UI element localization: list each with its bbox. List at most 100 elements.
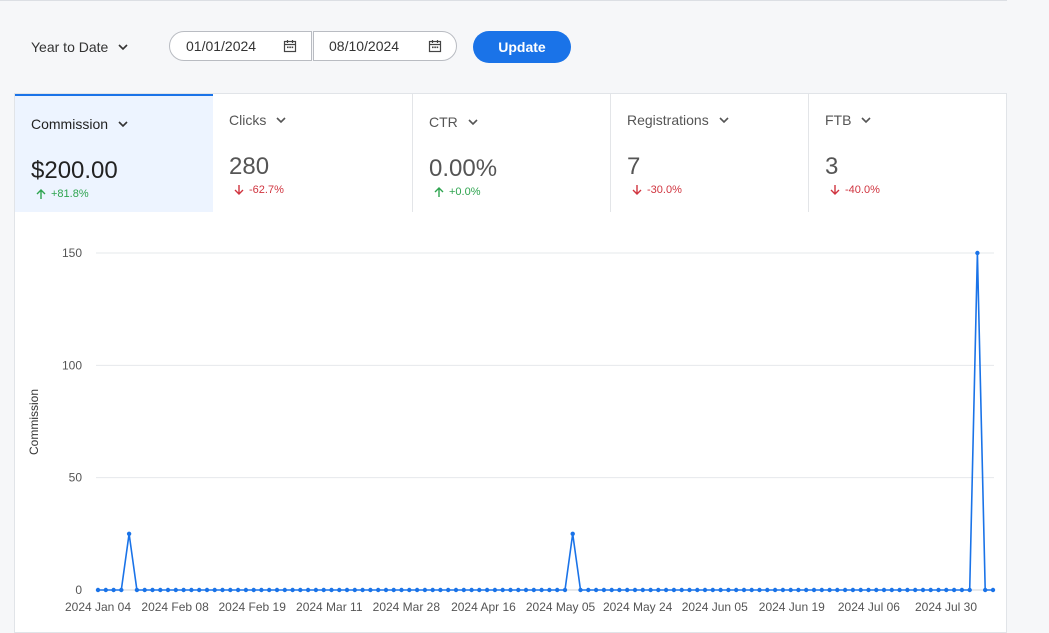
date-range-dropdown[interactable]: Year to Date [31,36,129,58]
data-point [656,587,661,593]
data-point [220,587,225,593]
data-point [360,587,365,593]
data-point [990,587,996,593]
start-date-field[interactable]: 01/01/2024 [169,31,312,61]
data-point [959,587,965,593]
data-point [212,587,217,593]
commission-line-chart: 0 50 100 150 Commission 2024 Jan 04 2024 Feb 0… [27,246,996,614]
data-point [811,587,817,593]
y-axis-title: Commission [27,389,41,455]
data-point [204,587,210,593]
x-tick-label: 2024 May 05 [526,600,596,614]
data-point [640,587,645,593]
data-point [344,587,350,593]
data-point [772,587,778,593]
end-date-field[interactable]: 08/10/2024 [313,31,457,61]
x-tick-label: 2024 May 24 [603,600,673,614]
data-point [337,587,342,593]
data-point [165,587,171,593]
data-point [866,587,871,593]
data-point [951,587,957,593]
data-point [944,587,949,593]
data-point [617,587,622,593]
data-point [158,587,163,593]
top-divider [0,0,1007,1]
y-tick-label: 150 [62,246,82,260]
data-point [850,587,856,593]
data-point [593,587,599,593]
data-point [741,587,747,593]
data-point [757,587,762,593]
data-point [570,531,575,536]
data-point [329,587,334,593]
data-point [671,587,677,593]
data-point [399,587,404,593]
data-point [181,587,186,593]
data-point [913,587,918,593]
start-date-value: 01/01/2024 [186,38,257,54]
data-point [710,587,715,593]
series-line [98,252,993,591]
data-point [446,587,451,593]
data-point [500,587,505,593]
data-point [492,587,498,593]
x-tick-label: 2024 Apr 16 [451,600,516,614]
data-point [407,587,412,593]
data-point [197,587,202,593]
data-point [134,587,140,593]
data-point [469,587,474,593]
data-point [835,587,840,593]
data-point [103,587,109,593]
x-tick-label: 2024 Feb 08 [141,600,209,614]
update-button[interactable]: Update [473,31,571,63]
data-point [430,587,435,593]
data-point [819,587,824,593]
data-point [718,587,723,593]
calendar-icon[interactable] [283,39,297,53]
data-point [734,587,739,593]
data-point [313,587,319,593]
data-point [142,587,147,593]
data-point [547,587,552,593]
data-point [842,587,848,593]
data-point [827,587,832,593]
calendar-icon[interactable] [428,39,442,53]
data-point [531,587,536,593]
data-point [290,587,295,593]
data-point [282,587,287,593]
data-point [484,587,490,593]
x-tick-label: 2024 Jun 05 [682,600,748,614]
data-point [874,587,879,593]
data-point [477,587,482,593]
data-point [625,587,630,593]
data-point [562,587,568,593]
data-point [391,587,396,593]
data-point [905,587,910,593]
data-point [352,587,357,593]
data-point [95,587,101,593]
data-point [702,587,708,593]
x-tick-label: 2024 Jul 06 [838,600,900,614]
data-point [516,587,521,593]
data-point [881,587,887,593]
data-point [889,587,894,593]
data-point [687,587,692,593]
data-point [150,587,155,593]
data-point [679,587,684,593]
data-point [632,587,638,593]
data-point [438,587,443,593]
data-point [780,587,786,593]
y-tick-label: 50 [69,471,83,485]
data-point [298,587,303,593]
data-point [765,587,770,593]
data-point [749,587,754,593]
data-point [321,587,326,593]
data-point [601,587,607,593]
data-point [274,587,280,593]
data-point [975,250,980,256]
end-date-value: 08/10/2024 [329,38,400,54]
data-point [858,587,863,593]
data-point [189,587,194,593]
x-tick-label: 2024 Mar 28 [373,600,441,614]
data-point [305,587,311,593]
